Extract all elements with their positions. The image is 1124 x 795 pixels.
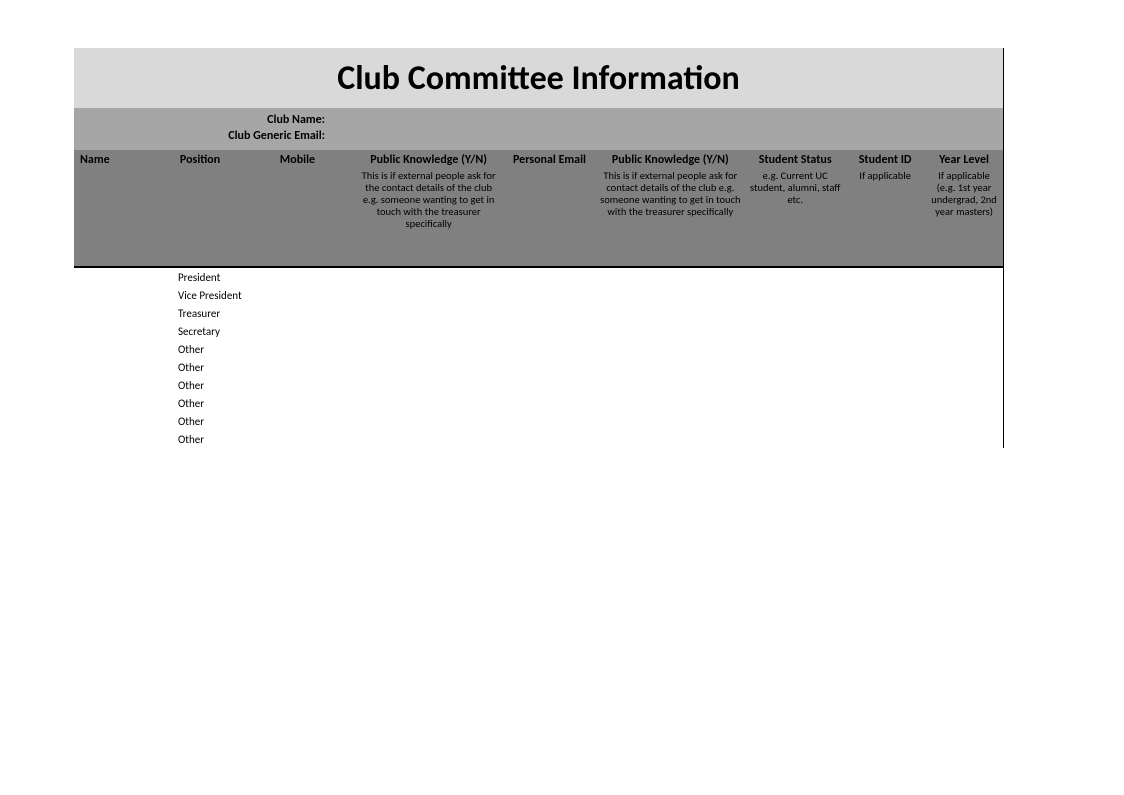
- club-name-value[interactable]: [329, 113, 1003, 127]
- header-public-knowledge-2: Public Knowledge (Y/N) This is if extern…: [595, 150, 745, 218]
- header-name-label: Name: [78, 154, 170, 167]
- header-public-knowledge-1: Public Knowledge (Y/N) This is if extern…: [354, 150, 504, 231]
- meta-row-club-name: Club Name:: [74, 112, 1003, 128]
- cell-position[interactable]: Other: [174, 433, 274, 446]
- form-title: Club Committee Information: [337, 58, 740, 99]
- meta-row-club-email: Club Generic Email:: [74, 128, 1003, 144]
- header-year-desc: If applicable (e.g. 1st year undergrad, …: [929, 167, 999, 218]
- title-band: Club Committee Information: [74, 48, 1003, 108]
- header-status-label: Student Status: [749, 154, 841, 167]
- meta-band: Club Name: Club Generic Email:: [74, 108, 1003, 150]
- header-sid-desc: If applicable: [849, 167, 921, 182]
- cell-position[interactable]: Treasurer: [174, 307, 274, 320]
- table-row[interactable]: Secretary: [74, 322, 1003, 340]
- header-student-id: Student ID If applicable: [845, 150, 925, 182]
- table-row[interactable]: Other: [74, 430, 1003, 448]
- table-row[interactable]: Vice President: [74, 286, 1003, 304]
- cell-position[interactable]: President: [174, 271, 274, 284]
- column-headers: Name Position Mobile Public Knowledge (Y…: [74, 150, 1003, 268]
- table-row[interactable]: Other: [74, 394, 1003, 412]
- header-personal-email: Personal Email: [504, 150, 596, 167]
- header-year-level: Year Level If applicable (e.g. 1st year …: [925, 150, 1003, 218]
- cell-position[interactable]: Other: [174, 361, 274, 374]
- table-row[interactable]: President: [74, 268, 1003, 286]
- cell-position[interactable]: Other: [174, 397, 274, 410]
- table-row[interactable]: Other: [74, 376, 1003, 394]
- header-student-status: Student Status e.g. Current UC student, …: [745, 150, 845, 206]
- table-row[interactable]: Treasurer: [74, 304, 1003, 322]
- club-email-label: Club Generic Email:: [74, 129, 329, 143]
- header-pk1-desc: This is if external people ask for the c…: [358, 167, 500, 230]
- header-name: Name: [74, 150, 174, 167]
- header-pk2-desc: This is if external people ask for conta…: [599, 167, 741, 218]
- header-email-label: Personal Email: [508, 154, 592, 167]
- table-row[interactable]: Other: [74, 358, 1003, 376]
- data-rows: President Vice President Treasurer Secretar…: [74, 268, 1003, 448]
- header-mobile: Mobile: [274, 150, 354, 167]
- cell-position[interactable]: Other: [174, 343, 274, 356]
- club-name-label: Club Name:: [74, 113, 329, 127]
- header-year-label: Year Level: [929, 154, 999, 167]
- cell-position[interactable]: Vice President: [174, 289, 274, 302]
- header-status-desc: e.g. Current UC student, alumni, staff e…: [749, 167, 841, 206]
- header-mobile-label: Mobile: [278, 154, 350, 167]
- cell-position[interactable]: Other: [174, 415, 274, 428]
- header-pk2-label: Public Knowledge (Y/N): [599, 154, 741, 167]
- cell-position[interactable]: Secretary: [174, 325, 274, 338]
- club-email-value[interactable]: [329, 129, 1003, 143]
- header-position-label: Position: [178, 154, 270, 167]
- table-row[interactable]: Other: [74, 340, 1003, 358]
- spreadsheet-form: Club Committee Information Club Name: Cl…: [74, 48, 1004, 448]
- header-pk1-label: Public Knowledge (Y/N): [358, 154, 500, 167]
- header-sid-label: Student ID: [849, 154, 921, 167]
- cell-position[interactable]: Other: [174, 379, 274, 392]
- header-position: Position: [174, 150, 274, 167]
- table-row[interactable]: Other: [74, 412, 1003, 430]
